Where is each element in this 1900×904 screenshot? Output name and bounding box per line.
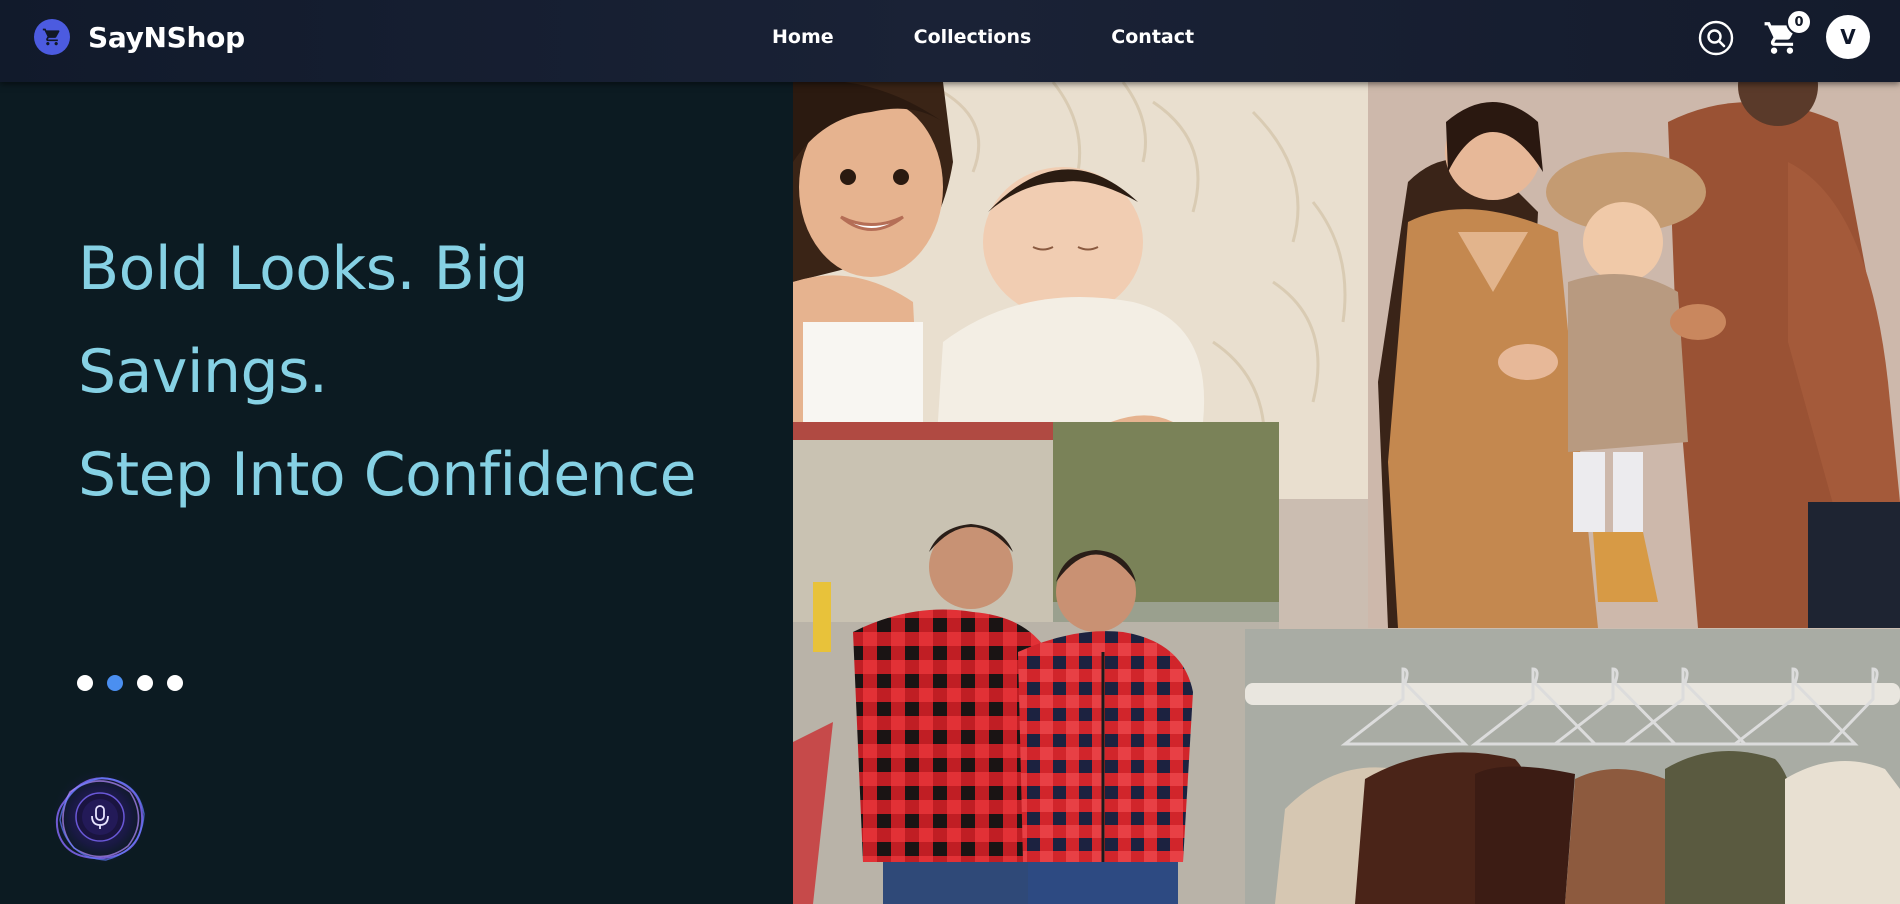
hero-photo-collage	[793, 82, 1900, 904]
hero-headline: Bold Looks. Big Savings. Step Into Confi…	[78, 218, 697, 527]
clothes-on-hangers-photo	[1245, 629, 1900, 904]
search-icon[interactable]	[1697, 19, 1735, 57]
voice-assistant-button[interactable]	[44, 762, 156, 872]
carousel-dots	[77, 675, 197, 691]
main-nav: Home Collections Contact	[772, 26, 1194, 48]
brand-name: SayNShop	[88, 20, 245, 54]
family-with-baby-photo	[1368, 82, 1900, 628]
top-navbar: SayNShop Home Collections Contact 0 V	[0, 0, 1900, 82]
brand[interactable]: SayNShop	[34, 19, 245, 55]
nav-link-contact[interactable]: Contact	[1111, 26, 1194, 48]
headline-line-1: Bold Looks. Big	[78, 234, 529, 304]
twin-boys-plaid-jackets-photo	[793, 422, 1279, 904]
headline-line-3: Step Into Confidence	[78, 440, 697, 510]
carousel-dot-4[interactable]	[167, 675, 183, 691]
carousel-dot-3[interactable]	[137, 675, 153, 691]
nav-link-collections[interactable]: Collections	[914, 26, 1032, 48]
carousel-dot-1[interactable]	[77, 675, 93, 691]
headline-line-2: Savings.	[78, 337, 328, 407]
cart-count-badge: 0	[1786, 9, 1812, 35]
nav-link-home[interactable]: Home	[772, 26, 834, 48]
carousel-dot-2[interactable]	[107, 675, 123, 691]
shopping-cart-icon	[34, 19, 70, 55]
user-avatar[interactable]: V	[1826, 15, 1870, 59]
